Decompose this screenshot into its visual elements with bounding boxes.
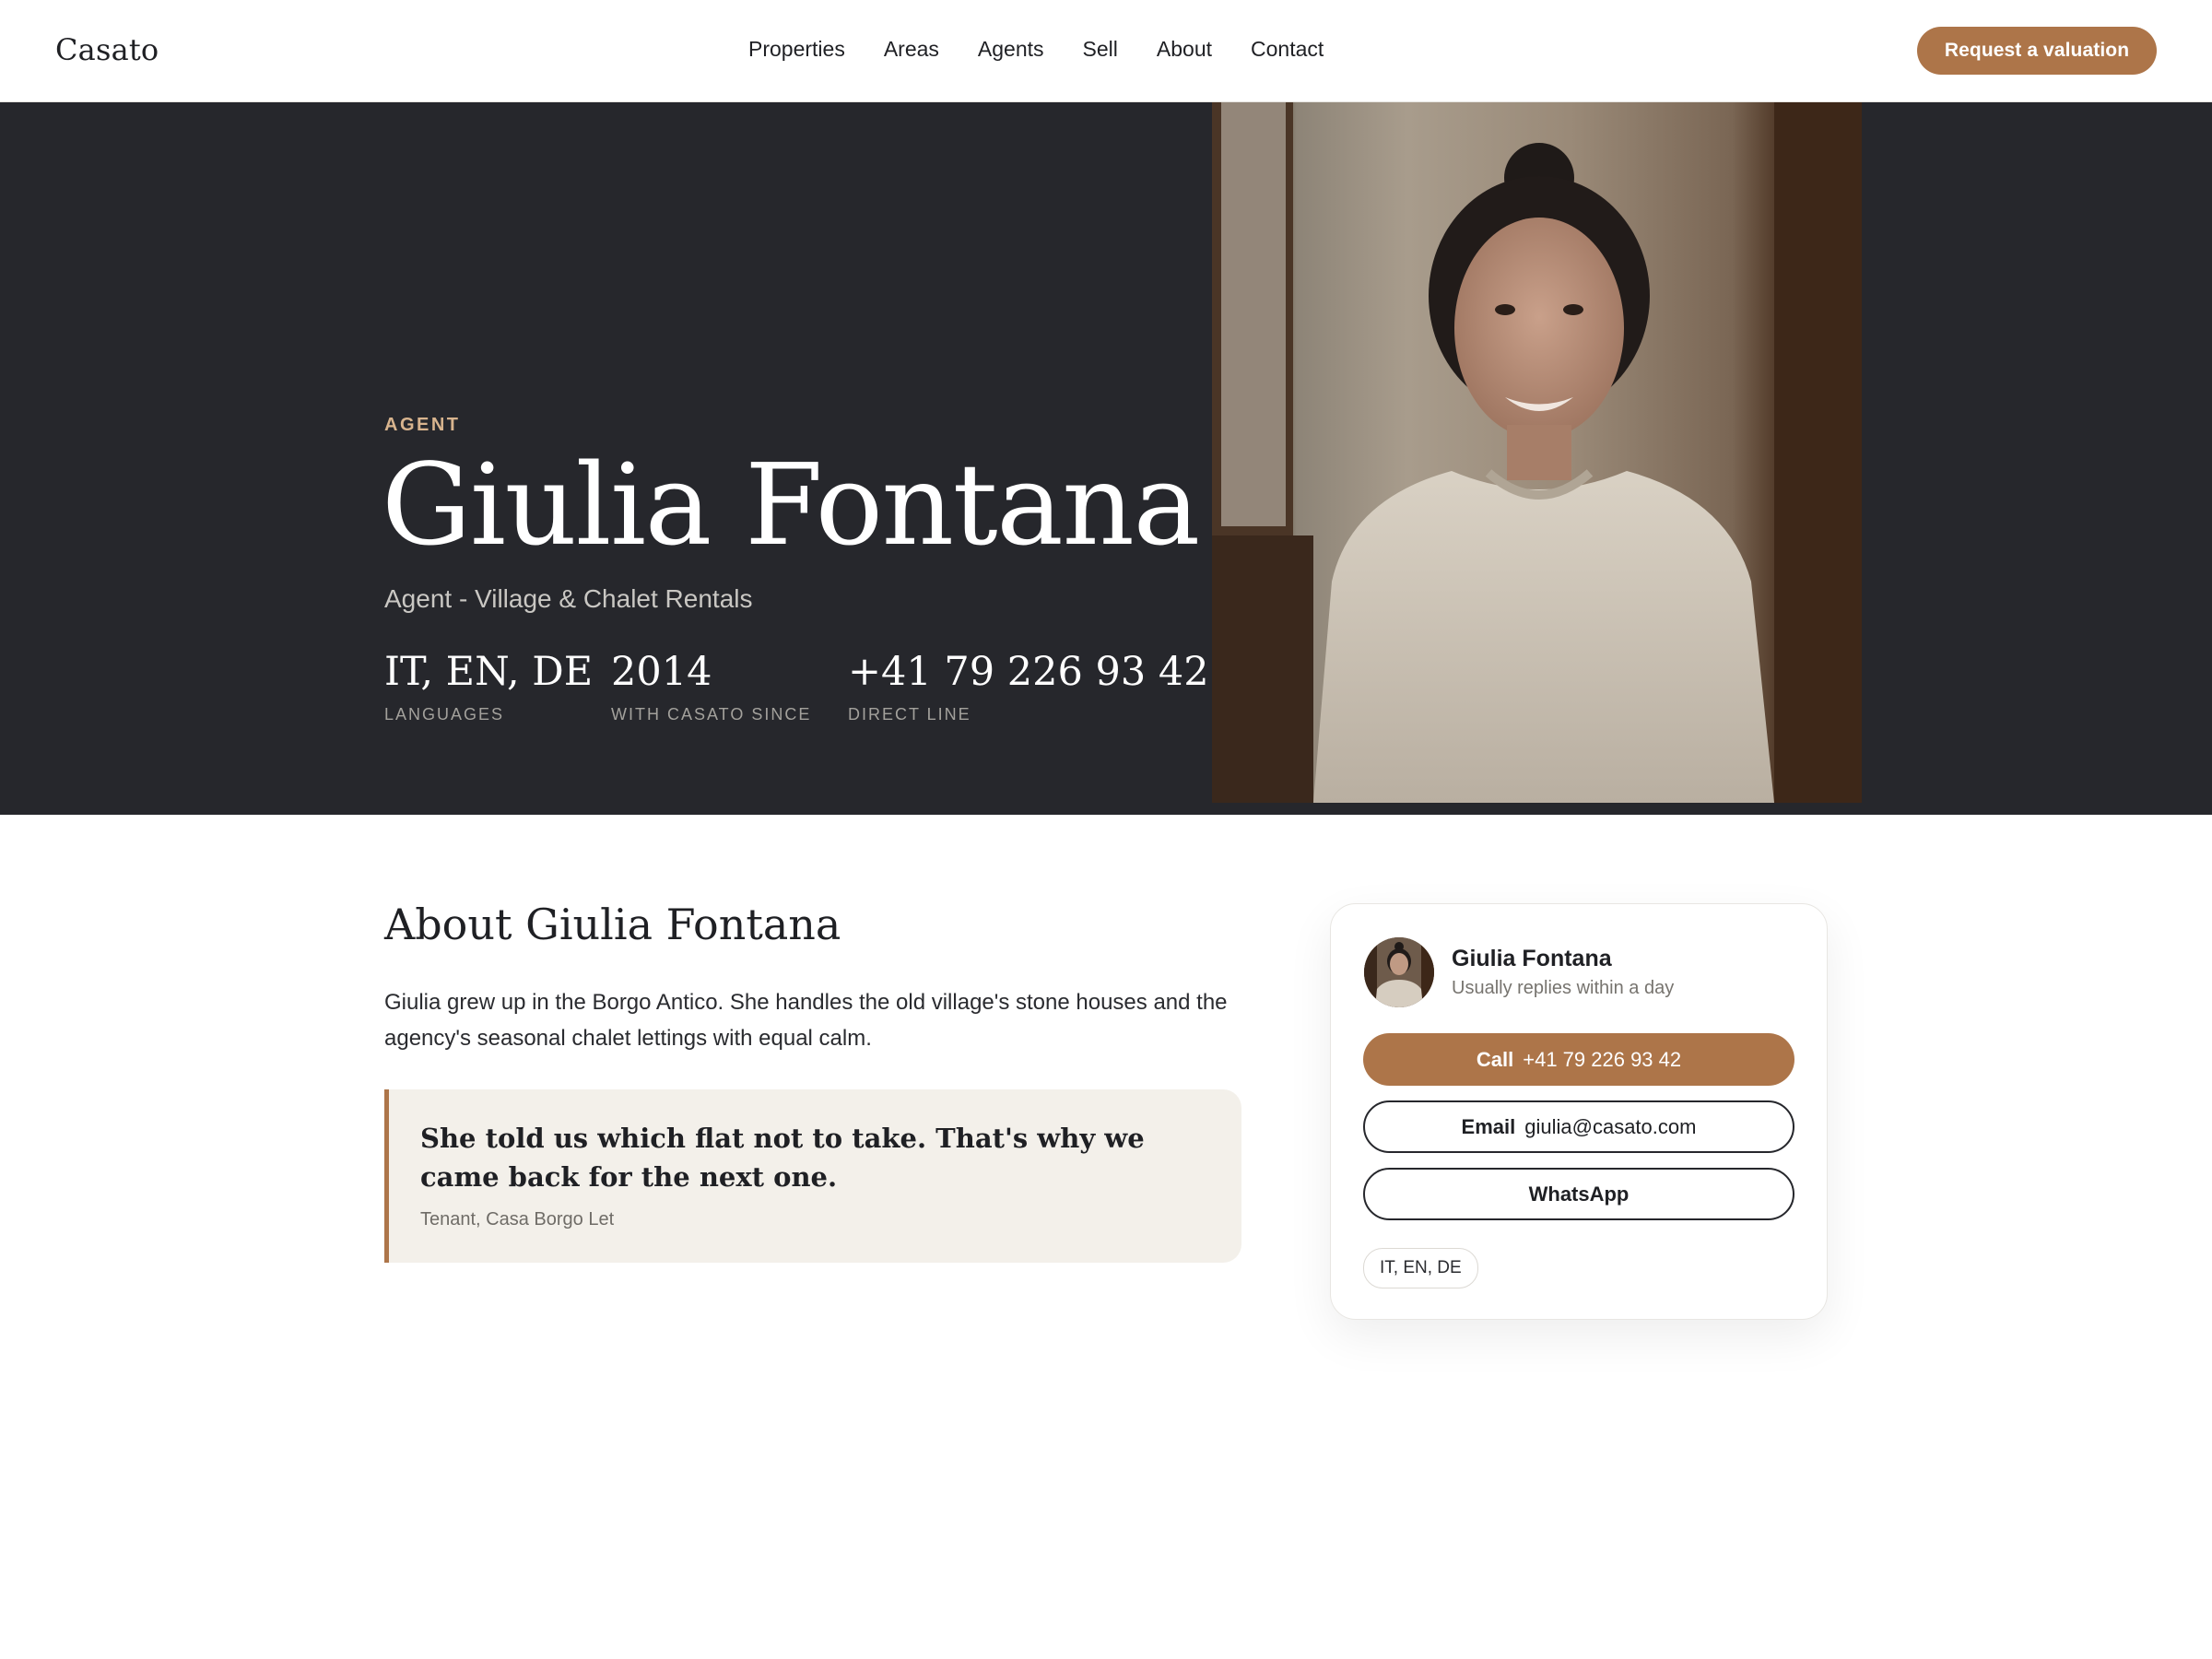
testimonial-quote: She told us which flat not to take. That… <box>384 1089 1241 1263</box>
stat-value: IT, EN, DE <box>384 649 594 695</box>
nav-link-contact[interactable]: Contact <box>1251 37 1324 62</box>
main-menu: Properties Areas Agents Sell About Conta… <box>748 37 1324 62</box>
stat-label: LANGUAGES <box>384 705 505 724</box>
nav-link-sell[interactable]: Sell <box>1083 37 1118 62</box>
agent-contact-card: Giulia Fontana Usually replies within a … <box>1330 903 1828 1320</box>
agent-role: Agent - Village & Chalet Rentals <box>384 584 753 613</box>
about-bio: Giulia grew up in the Borgo Antico. She … <box>384 990 1228 1051</box>
avatar <box>1364 937 1434 1007</box>
call-label: Call <box>1476 1047 1514 1071</box>
agent-name-heading: Giulia Fontana <box>382 440 1200 571</box>
card-agent-name: Giulia Fontana <box>1452 946 1612 971</box>
whatsapp-button[interactable]: WhatsApp <box>1363 1168 1794 1220</box>
email-button[interactable]: Email giulia@casato.com <box>1363 1100 1794 1153</box>
call-button[interactable]: Call +41 79 226 93 42 <box>1363 1033 1794 1086</box>
top-navigation: Casato Properties Areas Agents Sell Abou… <box>0 0 2212 102</box>
request-valuation-button[interactable]: Request a valuation <box>1917 27 2157 75</box>
quote-text: She told us which flat not to take. That… <box>420 1123 1145 1193</box>
agent-portrait-photo <box>1212 102 1862 803</box>
hero-eyebrow: AGENT <box>384 415 461 435</box>
stat-languages: IT, EN, DE LANGUAGES <box>384 653 593 724</box>
nav-link-about[interactable]: About <box>1157 37 1212 62</box>
stat-since: 2014 WITH CASATO SINCE <box>611 653 811 724</box>
stat-direct-line: +41 79 226 93 42 DIRECT LINE <box>848 653 1209 724</box>
email-label: Email <box>1461 1114 1516 1138</box>
stat-label: WITH CASATO SINCE <box>611 705 812 724</box>
stat-value[interactable]: +41 79 226 93 42 <box>848 653 1209 692</box>
agent-hero: AGENT Giulia Fontana Agent - Village & C… <box>0 102 2212 815</box>
reply-time-note: Usually replies within a day <box>1452 978 1675 998</box>
nav-link-agents[interactable]: Agents <box>978 37 1044 62</box>
stat-value: 2014 <box>611 649 712 695</box>
languages-chip: IT, EN, DE <box>1363 1248 1478 1288</box>
email-address: giulia@casato.com <box>1524 1114 1697 1138</box>
brand-logo[interactable]: Casato <box>55 32 159 67</box>
quote-source: Tenant, Casa Borgo Let <box>420 1209 615 1230</box>
nav-link-areas[interactable]: Areas <box>884 37 939 62</box>
about-heading: About Giulia Fontana <box>384 900 841 949</box>
call-number: +41 79 226 93 42 <box>1523 1047 1682 1071</box>
stat-label: DIRECT LINE <box>848 705 971 724</box>
nav-link-properties[interactable]: Properties <box>748 37 845 62</box>
